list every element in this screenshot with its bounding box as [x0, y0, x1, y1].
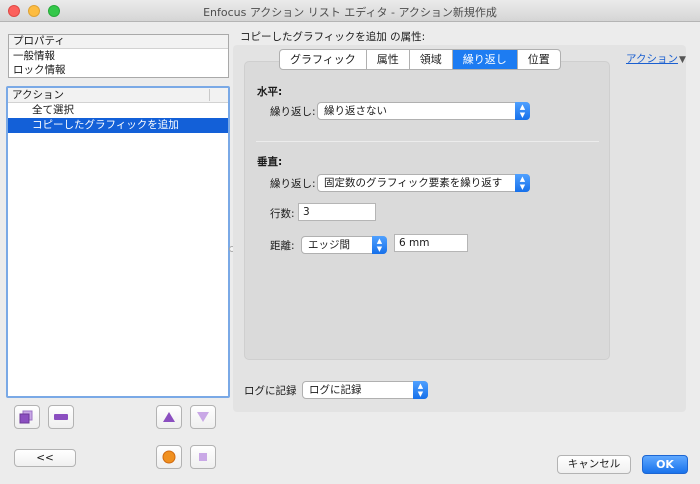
- attributes-title: コピーしたグラフィックを追加 の属性:: [240, 31, 426, 43]
- collapse-button[interactable]: <<: [14, 449, 76, 467]
- remove-action-button[interactable]: [48, 405, 74, 429]
- vertical-repeat-value: 固定数のグラフィック要素を繰り返す: [324, 177, 503, 189]
- properties-list: プロパティ 一般情報 ロック情報: [8, 34, 229, 78]
- action-list-header: アクション: [8, 88, 228, 103]
- section-divider: [256, 141, 599, 142]
- tab-repeat[interactable]: 繰り返し: [452, 50, 518, 69]
- updown-chevron-icon: ▲ ▼: [413, 381, 428, 399]
- properties-item-general[interactable]: 一般情報: [9, 49, 228, 63]
- distance-mode-value: エッジ間: [308, 239, 350, 251]
- log-select[interactable]: ログに記録 ▲ ▼: [302, 381, 428, 399]
- vertical-repeat-select[interactable]: 固定数のグラフィック要素を繰り返す ▲ ▼: [317, 174, 530, 192]
- log-select-value: ログに記録: [309, 384, 362, 396]
- distance-input[interactable]: 6 mm: [394, 234, 468, 252]
- vertical-repeat-label: 繰り返し:: [270, 178, 316, 190]
- duplicate-icon: [19, 410, 33, 424]
- tab-position[interactable]: 位置: [518, 50, 560, 69]
- log-label: ログに記録: [244, 385, 297, 397]
- rows-label: 行数:: [270, 208, 295, 220]
- tab-attributes[interactable]: 属性: [367, 50, 410, 69]
- run-action-button[interactable]: [156, 445, 182, 469]
- arrow-up-icon: [163, 412, 175, 422]
- ok-button[interactable]: OK: [642, 455, 688, 474]
- attribute-tabs: グラフィック 属性 領域 繰り返し 位置: [279, 49, 561, 70]
- horizontal-repeat-value: 繰り返さない: [324, 105, 387, 117]
- move-up-button[interactable]: [156, 405, 182, 429]
- window-title: Enfocus アクション リスト エディタ - アクション新規作成: [203, 6, 497, 19]
- column-separator: [209, 89, 210, 101]
- vertical-section-label: 垂直:: [257, 156, 283, 168]
- updown-chevron-icon: ▲ ▼: [515, 174, 530, 192]
- horizontal-section-label: 水平:: [257, 86, 283, 98]
- updown-chevron-icon: ▲ ▼: [372, 236, 387, 254]
- updown-chevron-icon: ▲ ▼: [515, 102, 530, 120]
- stop-action-button[interactable]: [190, 445, 216, 469]
- distance-mode-select[interactable]: エッジ間 ▲ ▼: [301, 236, 387, 254]
- triangle-down-icon: ▼: [678, 55, 686, 65]
- action-menu-link[interactable]: アクション▼: [626, 51, 686, 66]
- horizontal-repeat-select[interactable]: 繰り返さない ▲ ▼: [317, 102, 530, 120]
- action-list[interactable]: アクション 全て選択 コピーしたグラフィックを追加: [6, 86, 230, 398]
- distance-label: 距離:: [270, 240, 295, 252]
- tab-area[interactable]: 領域: [410, 50, 453, 69]
- action-item-select-all[interactable]: 全て選択: [8, 103, 228, 118]
- move-down-button[interactable]: [190, 405, 216, 429]
- minus-icon: [54, 414, 68, 420]
- duplicate-action-button[interactable]: [14, 405, 40, 429]
- stop-square-icon: [199, 453, 207, 461]
- action-item-add-copied-graphic[interactable]: コピーしたグラフィックを追加: [8, 118, 228, 133]
- rows-input[interactable]: 3: [298, 203, 376, 221]
- cancel-button[interactable]: キャンセル: [557, 455, 631, 474]
- horizontal-repeat-label: 繰り返し:: [270, 106, 316, 118]
- tab-graphic[interactable]: グラフィック: [280, 50, 367, 69]
- arrow-down-icon: [197, 412, 209, 422]
- properties-header: プロパティ: [9, 35, 228, 49]
- action-list-header-label: アクション: [12, 89, 64, 101]
- properties-item-lock[interactable]: ロック情報: [9, 63, 228, 77]
- action-menu-label: アクション: [626, 53, 678, 65]
- title-bar: Enfocus アクション リスト エディタ - アクション新規作成: [0, 0, 700, 22]
- orange-circle-icon: [162, 450, 176, 464]
